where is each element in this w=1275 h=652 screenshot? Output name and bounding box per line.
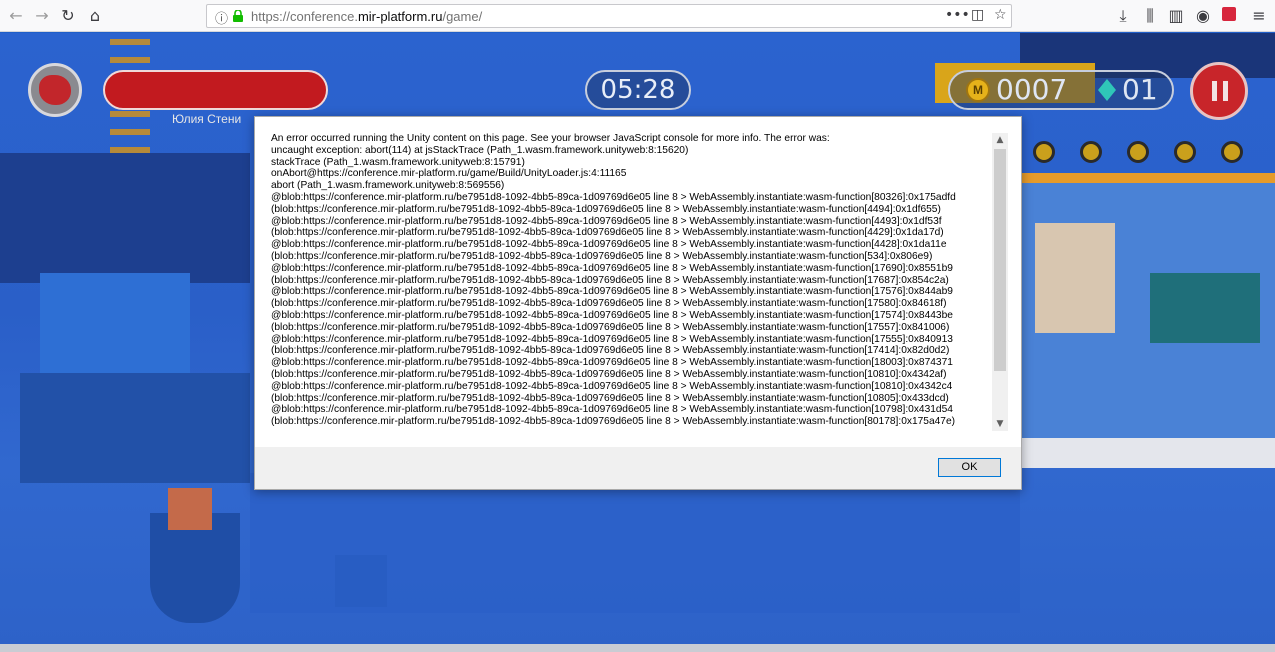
url-path: /game/ [442,9,483,24]
voxel-distant-islands [250,473,1020,613]
coin-icon [1127,141,1149,163]
voxel-trees [1150,273,1260,343]
scroll-down-icon[interactable]: ▼ [992,417,1008,431]
error-line: @blob:https://conference.mir-platform.ru… [271,357,953,369]
error-line: @blob:https://conference.mir-platform.ru… [271,286,953,298]
error-line: @blob:https://conference.mir-platform.ru… [271,239,947,251]
error-line: @blob:https://conference.mir-platform.ru… [271,191,956,203]
error-line: uncaught exception: abort(114) at jsStac… [271,144,689,156]
coin-icon [1080,141,1102,163]
error-line: @blob:https://conference.mir-platform.ru… [271,262,953,274]
pause-icon [1212,81,1228,101]
error-line: (blob:https://conference.mir-platform.ru… [271,368,947,380]
voxel-island [20,373,250,483]
horizontal-scrollbar[interactable] [0,644,1275,652]
error-line: @blob:https://conference.mir-platform.ru… [271,380,953,392]
error-line: (blob:https://conference.mir-platform.ru… [271,227,944,239]
url-host-prefix: https://conference. [251,9,358,24]
voxel-ledge [1020,438,1275,468]
error-line: (blob:https://conference.mir-platform.ru… [271,274,949,286]
error-line: @blob:https://conference.mir-platform.ru… [271,309,953,321]
info-icon[interactable]: ⓘ [215,8,228,27]
error-line: onAbort@https://conference.mir-platform.… [271,168,627,180]
error-message: An error occurred running the Unity cont… [271,133,991,431]
coin-icon [1033,141,1055,163]
game-timer: 05:28 [585,70,691,110]
player-avatar [28,63,82,117]
message-area: An error occurred running the Unity cont… [255,117,1021,447]
voxel-tower [1035,223,1115,333]
home-icon[interactable]: ⌂ [85,6,105,26]
error-line: (blob:https://conference.mir-platform.ru… [271,416,956,428]
message-scrollbar[interactable]: ▲ ▼ [992,133,1008,431]
url-bar[interactable]: ⓘ https://conference.mir-platform.ru/gam… [206,4,1012,28]
avatar-image [39,75,71,105]
gem-icon [1098,79,1116,101]
lock-icon [233,10,243,22]
pause-button[interactable] [1190,62,1248,120]
error-line: (blob:https://conference.mir-platform.ru… [271,321,950,333]
library-icon[interactable]: ⫼ [1140,6,1160,26]
forward-icon[interactable]: → [32,6,52,26]
extension-icon[interactable] [1219,6,1239,26]
menu-icon[interactable]: ≡ [1249,6,1269,26]
coin-icon [1221,141,1243,163]
health-bar [103,70,328,110]
error-dialog: An error occurred running the Unity cont… [254,116,1022,490]
player-name: Юлия Стени [172,112,242,126]
page-actions-icon[interactable]: ••• [945,7,970,23]
scroll-up-icon[interactable]: ▲ [992,133,1008,147]
coin-count: 0007 [996,73,1068,106]
error-line: @blob:https://conference.mir-platform.ru… [271,215,942,227]
bookmark-star-icon[interactable]: ☆ [994,7,1007,23]
reload-icon[interactable]: ↻ [58,6,78,26]
coin-icon: M [966,78,990,102]
gem-count: 01 [1122,73,1158,106]
back-icon[interactable]: ← [6,6,26,26]
browser-toolbar: ← → ↻ ⌂ ⓘ https://conference.mir-platfor… [0,0,1275,32]
pocket-icon[interactable]: ◫ [971,7,984,23]
url-host-domain: mir-platform.ru [357,9,443,24]
account-icon[interactable]: ◉ [1193,6,1213,26]
error-line: An error occurred running the Unity cont… [271,133,830,144]
downloads-icon[interactable]: ⤓ [1113,6,1133,26]
error-line: @blob:https://conference.mir-platform.ru… [271,404,953,416]
voxel-brick-pillar [168,488,212,530]
error-line: (blob:https://conference.mir-platform.ru… [271,250,933,262]
error-line: stackTrace (Path_1.wasm.framework.unityw… [271,156,525,168]
error-line: (blob:https://conference.mir-platform.ru… [271,298,947,310]
scroll-thumb[interactable] [994,149,1006,371]
error-line: (blob:https://conference.mir-platform.ru… [271,203,941,215]
coin-icon [1174,141,1196,163]
voxel-platform [0,153,250,283]
error-line: (blob:https://conference.mir-platform.ru… [271,345,950,357]
error-line: abort (Path_1.wasm.framework.unityweb:8:… [271,180,505,192]
error-line: @blob:https://conference.mir-platform.ru… [271,333,953,345]
voxel-track [1022,173,1275,183]
ok-button[interactable]: OK [938,458,1001,477]
resource-counter: M 0007 01 [948,70,1174,110]
url-text[interactable]: https://conference.mir-platform.ru/game/ [251,9,482,24]
error-line: (blob:https://conference.mir-platform.ru… [271,392,949,404]
sidebar-icon[interactable]: ▥ [1166,6,1186,26]
